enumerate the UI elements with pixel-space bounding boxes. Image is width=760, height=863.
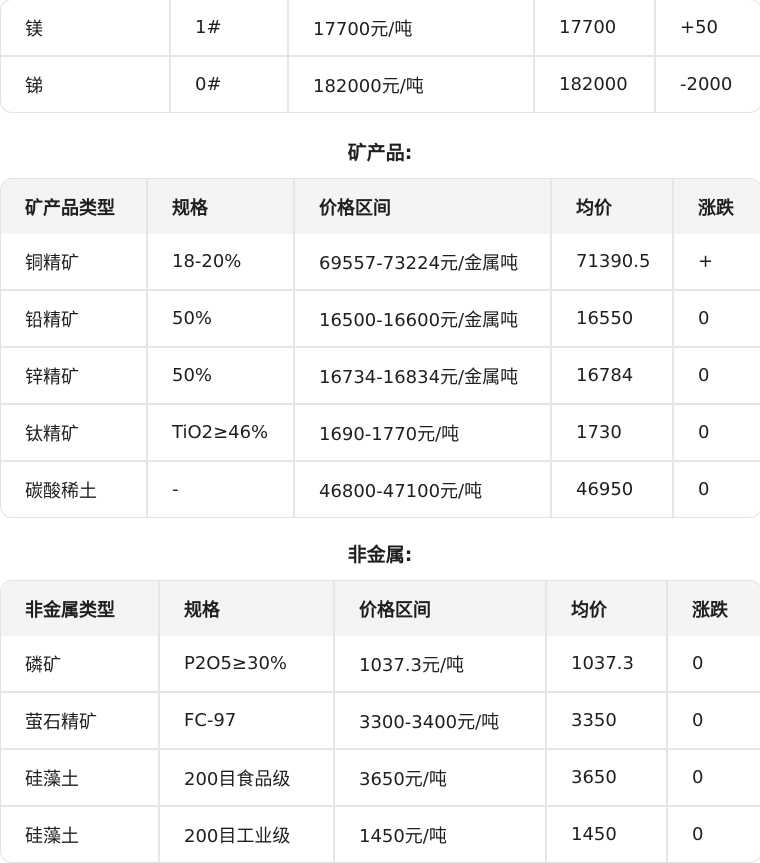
ore-price-table: 矿产品类型 规格 价格区间 均价 涨跌 铜精矿 18-20% 69557-732… bbox=[0, 178, 760, 518]
column-header-type: 矿产品类型 bbox=[1, 179, 148, 234]
metals-price-table: 镁 1# 17700元/吨 17700 +50 锑 0# 182000元/吨 1… bbox=[0, 0, 760, 113]
table-row: 锑 0# 182000元/吨 182000 -2000 bbox=[1, 57, 760, 112]
nonmetal-avg-cell: 1450 bbox=[547, 807, 668, 862]
column-header-spec: 规格 bbox=[148, 179, 295, 234]
ore-avg-cell: 16784 bbox=[552, 348, 674, 405]
column-header-type: 非金属类型 bbox=[1, 581, 160, 636]
ore-name-cell: 碳酸稀土 bbox=[1, 462, 148, 517]
metal-spec-cell: 1# bbox=[171, 0, 289, 57]
nonmetal-name-cell: 硅藻土 bbox=[1, 807, 160, 862]
nonmetal-change-cell: 0 bbox=[692, 824, 704, 845]
table-row: 锌精矿 50% 16734-16834元/金属吨 16784 0 bbox=[1, 348, 760, 405]
ore-name-cell: 铜精矿 bbox=[1, 234, 148, 291]
ore-spec-cell: TiO2≥46% bbox=[148, 405, 295, 462]
ore-name-cell: 锌精矿 bbox=[1, 348, 148, 405]
nonmetal-avg-cell: 1037.3 bbox=[547, 636, 668, 693]
ore-avg-cell: 1730 bbox=[552, 405, 674, 462]
ore-section-title: 矿产品: bbox=[347, 142, 413, 164]
nonmetal-price-cell: 3650元/吨 bbox=[335, 750, 547, 807]
nonmetal-avg-cell: 3350 bbox=[547, 693, 668, 750]
nonmetal-price-cell: 1450元/吨 bbox=[335, 807, 547, 862]
ore-change-cell: 0 bbox=[698, 479, 710, 500]
nonmetal-section-title: 非金属: bbox=[347, 544, 413, 566]
ore-price-cell: 16500-16600元/金属吨 bbox=[295, 291, 552, 348]
ore-spec-cell: - bbox=[148, 462, 295, 517]
metal-name-cell: 锑 bbox=[1, 57, 171, 112]
column-header-spec: 规格 bbox=[160, 581, 335, 636]
ore-change-cell: + bbox=[674, 234, 760, 291]
table-header-row: 非金属类型 规格 价格区间 均价 涨跌 bbox=[1, 581, 760, 636]
table-row: 硅藻土 200目工业级 1450元/吨 1450 0 bbox=[1, 807, 760, 862]
nonmetal-spec-cell: 200目食品级 bbox=[160, 750, 335, 807]
ore-price-cell: 46800-47100元/吨 bbox=[295, 462, 552, 517]
table-header-row: 矿产品类型 规格 价格区间 均价 涨跌 bbox=[1, 179, 760, 234]
nonmetal-spec-cell: 200目工业级 bbox=[160, 807, 335, 862]
ore-price-cell: 69557-73224元/金属吨 bbox=[295, 234, 552, 291]
column-header-avg: 均价 bbox=[547, 581, 668, 636]
table-row: 碳酸稀土 - 46800-47100元/吨 46950 0 bbox=[1, 462, 760, 517]
ore-change-cell: 0 bbox=[674, 405, 760, 462]
table-row: 磷矿 P2O5≥30% 1037.3元/吨 1037.3 0 bbox=[1, 636, 760, 693]
nonmetal-change-cell: 0 bbox=[668, 693, 760, 750]
column-header-price: 价格区间 bbox=[335, 581, 547, 636]
column-header-change: 涨跌 bbox=[668, 581, 760, 636]
metal-price-cell: 17700元/吨 bbox=[289, 0, 535, 57]
ore-spec-cell: 50% bbox=[148, 291, 295, 348]
nonmetal-name-cell: 萤石精矿 bbox=[1, 693, 160, 750]
nonmetal-price-cell: 1037.3元/吨 bbox=[335, 636, 547, 693]
ore-name-cell: 钛精矿 bbox=[1, 405, 148, 462]
nonmetal-price-table: 非金属类型 规格 价格区间 均价 涨跌 磷矿 P2O5≥30% 1037.3元/… bbox=[0, 580, 760, 863]
metal-change-cell: +50 bbox=[656, 0, 760, 57]
column-header-change: 涨跌 bbox=[674, 179, 760, 234]
nonmetal-spec-cell: FC-97 bbox=[160, 693, 335, 750]
ore-spec-cell: 18-20% bbox=[148, 234, 295, 291]
table-row: 镁 1# 17700元/吨 17700 +50 bbox=[1, 0, 760, 57]
metal-change-cell: -2000 bbox=[680, 74, 733, 95]
ore-change-cell: 0 bbox=[674, 348, 760, 405]
nonmetal-spec-cell: P2O5≥30% bbox=[160, 636, 335, 693]
nonmetal-change-cell: 0 bbox=[668, 750, 760, 807]
nonmetal-price-cell: 3300-3400元/吨 bbox=[335, 693, 547, 750]
ore-price-cell: 16734-16834元/金属吨 bbox=[295, 348, 552, 405]
table-row: 钛精矿 TiO2≥46% 1690-1770元/吨 1730 0 bbox=[1, 405, 760, 462]
ore-avg-cell: 71390.5 bbox=[552, 234, 674, 291]
table-row: 萤石精矿 FC-97 3300-3400元/吨 3350 0 bbox=[1, 693, 760, 750]
metal-name-cell: 镁 bbox=[1, 0, 171, 57]
metal-avg-cell: 182000 bbox=[535, 57, 656, 112]
column-header-avg: 均价 bbox=[552, 179, 674, 234]
nonmetal-name-cell: 磷矿 bbox=[1, 636, 160, 693]
metal-spec-cell: 0# bbox=[171, 57, 289, 112]
nonmetal-name-cell: 硅藻土 bbox=[1, 750, 160, 807]
ore-spec-cell: 50% bbox=[148, 348, 295, 405]
metal-price-cell: 182000元/吨 bbox=[289, 57, 535, 112]
nonmetal-change-cell: 0 bbox=[668, 636, 760, 693]
ore-avg-cell: 16550 bbox=[552, 291, 674, 348]
table-row: 铜精矿 18-20% 69557-73224元/金属吨 71390.5 + bbox=[1, 234, 760, 291]
ore-change-cell: 0 bbox=[674, 291, 760, 348]
ore-price-cell: 1690-1770元/吨 bbox=[295, 405, 552, 462]
nonmetal-avg-cell: 3650 bbox=[547, 750, 668, 807]
ore-avg-cell: 46950 bbox=[552, 462, 674, 517]
table-row: 硅藻土 200目食品级 3650元/吨 3650 0 bbox=[1, 750, 760, 807]
metal-avg-cell: 17700 bbox=[535, 0, 656, 57]
table-row: 铅精矿 50% 16500-16600元/金属吨 16550 0 bbox=[1, 291, 760, 348]
column-header-price: 价格区间 bbox=[295, 179, 552, 234]
ore-name-cell: 铅精矿 bbox=[1, 291, 148, 348]
